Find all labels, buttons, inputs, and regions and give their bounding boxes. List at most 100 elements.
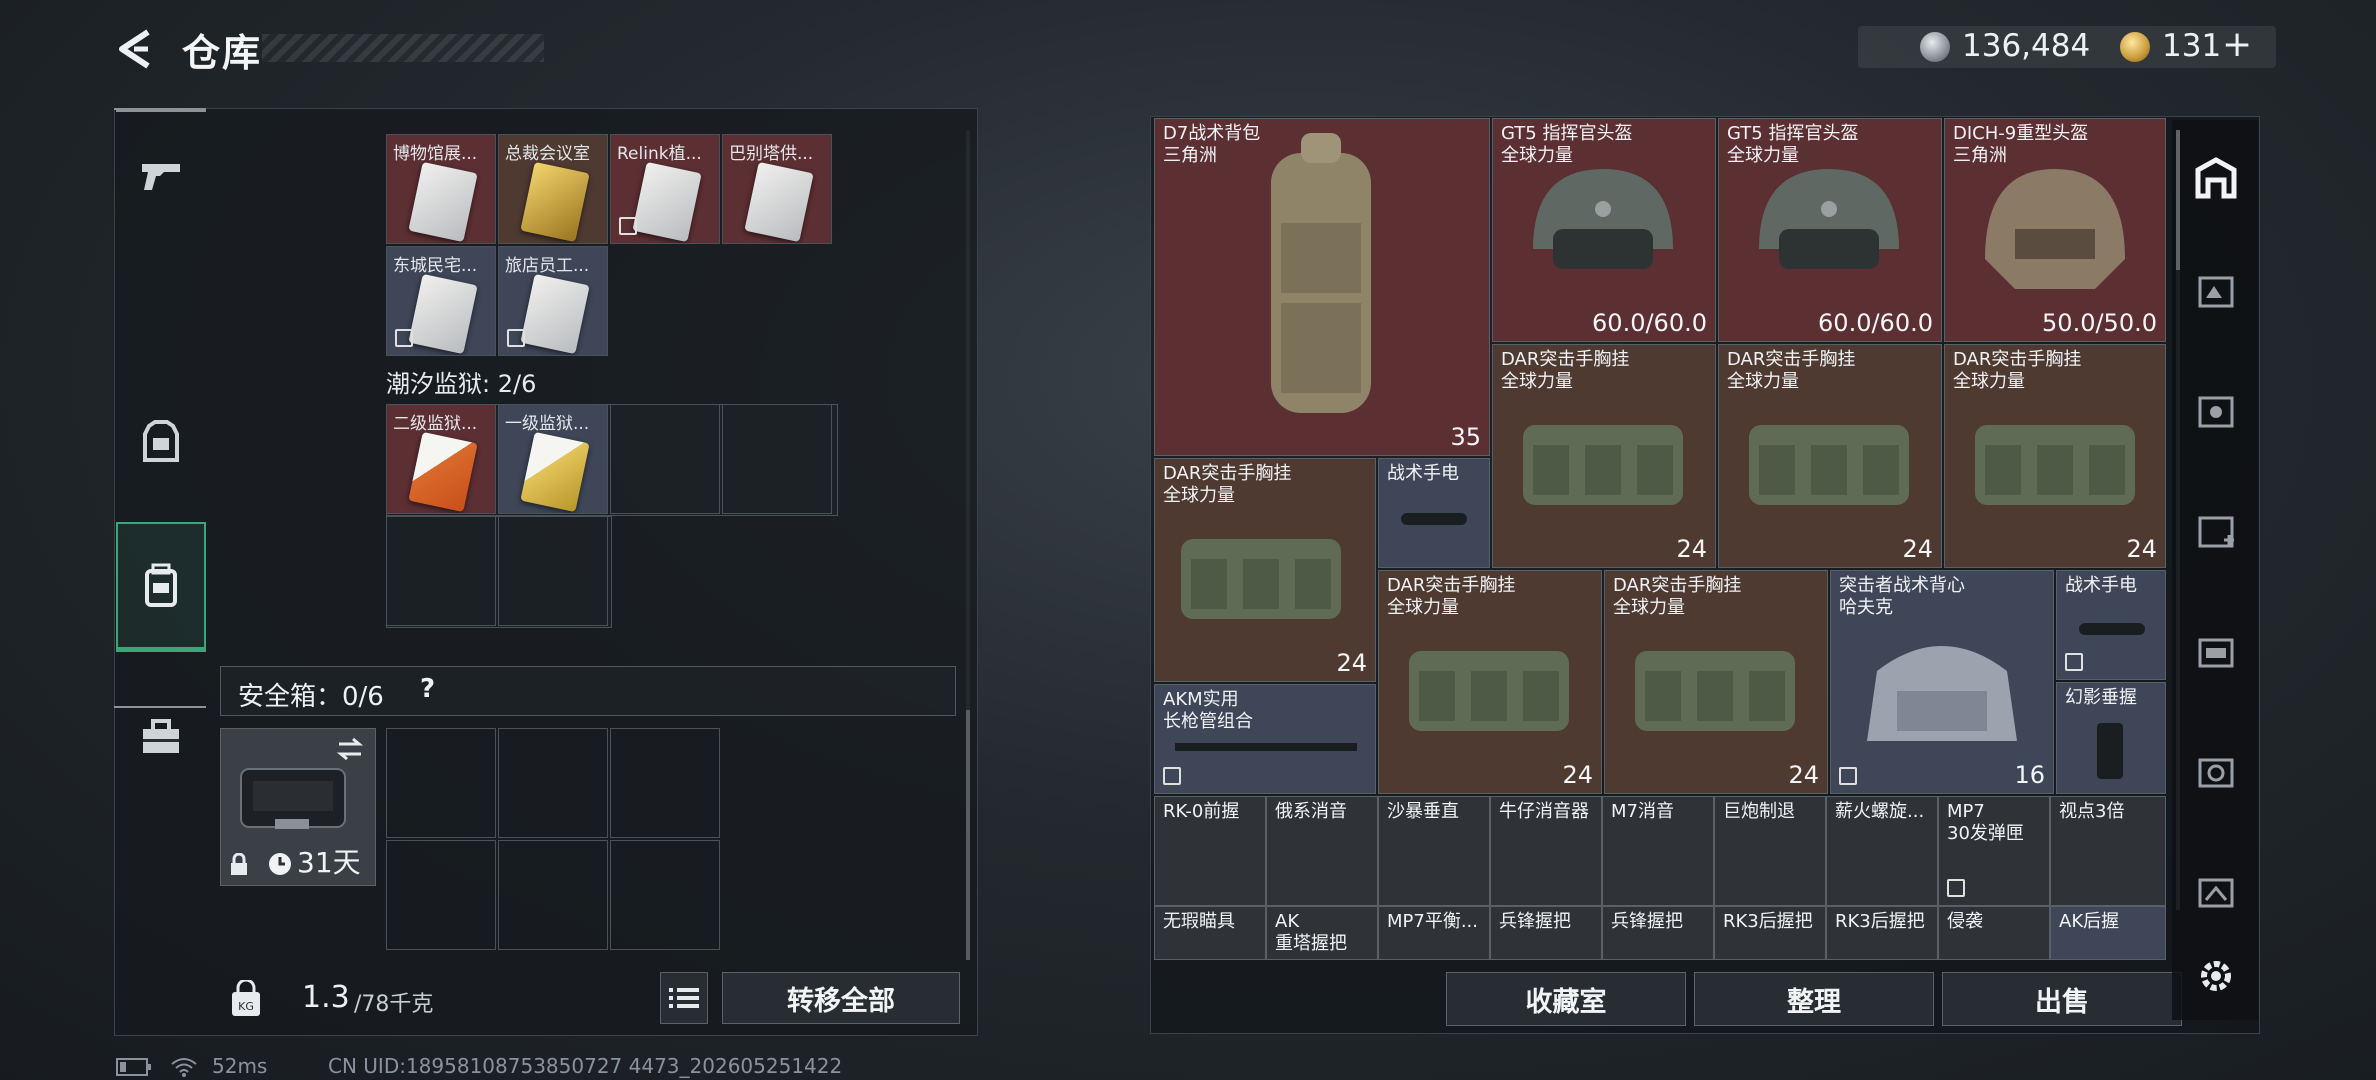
keycard-slot[interactable]: 博物馆展... (386, 134, 496, 244)
weight-value: 1.3 (302, 980, 350, 1015)
item-small[interactable]: AK 重塔握把 (1266, 906, 1378, 960)
add-currency-button[interactable]: + (2222, 24, 2252, 65)
empty-slot[interactable] (498, 516, 608, 626)
item-small[interactable]: MP7 30发弹匣 (1938, 796, 2050, 906)
empty-slot[interactable] (498, 840, 608, 950)
item-chest-rig[interactable]: DAR突击手胸挂 全球力量 24 (1154, 458, 1376, 682)
item-chest-rig[interactable]: DAR突击手胸挂 全球力量 24 (1378, 570, 1602, 794)
transfer-all-button[interactable]: 转移全部 (722, 972, 960, 1024)
sell-button[interactable]: 出售 (1942, 972, 2182, 1026)
helmet-image (1985, 169, 2125, 289)
swap-icon[interactable] (335, 737, 365, 761)
gold-amount: 131 (2162, 28, 2222, 64)
silver-amount: 136,484 (1962, 28, 2091, 64)
backpack-icon (145, 563, 177, 607)
toolbox-icon (143, 719, 179, 753)
item-helmet[interactable]: DICH-9重型头盔 三角洲 50.0/50.0 (1944, 118, 2166, 342)
keycard-slot[interactable]: 旅店员工... (498, 246, 608, 356)
item-grip[interactable]: 幻影垂握 (2056, 682, 2166, 794)
empty-slot[interactable] (722, 404, 832, 514)
uid-text: CN UID:18958108753850727 4473_2026052514… (328, 1054, 843, 1078)
storage-ext-icon[interactable] (2194, 630, 2238, 674)
settings-gear-icon[interactable] (2194, 954, 2238, 998)
item-small[interactable]: 薪火螺旋... (1826, 796, 1938, 906)
wifi-icon (171, 1058, 197, 1077)
keycard-image (520, 161, 590, 243)
keycard-slot[interactable]: 巴别塔供... (722, 134, 832, 244)
nav-backpack[interactable] (116, 522, 206, 652)
item-tactical-vest[interactable]: 突击者战术背心 哈夫克 16 (1830, 570, 2054, 794)
item-small[interactable]: 侵袭 (1938, 906, 2050, 960)
storage-add-icon[interactable] (2194, 510, 2238, 554)
item-small[interactable]: 兵锋握把 (1602, 906, 1714, 960)
right-scroll-thumb[interactable] (2176, 130, 2180, 270)
item-barrel[interactable]: AKM实用 长枪管组合 (1154, 684, 1376, 794)
item-chest-rig[interactable]: DAR突击手胸挂 全球力量 24 (1604, 570, 1828, 794)
list-view-button[interactable] (660, 972, 708, 1024)
keycard-slot[interactable]: 总裁会议室 (498, 134, 608, 244)
storage-ext-icon[interactable] (2194, 870, 2238, 914)
chest-rig-image (1409, 651, 1569, 731)
item-chest-rig[interactable]: DAR突击手胸挂 全球力量 24 (1944, 344, 2166, 568)
empty-slot[interactable] (386, 728, 496, 838)
item-small[interactable]: M7消音 (1602, 796, 1714, 906)
storage-ext-icon[interactable] (2194, 390, 2238, 434)
chest-rig-image (1523, 425, 1683, 505)
sort-button[interactable]: 整理 (1694, 972, 1934, 1026)
nav-weapons[interactable] (116, 110, 206, 240)
item-small[interactable]: RK3后握把 (1826, 906, 1938, 960)
item-small[interactable]: RK3后握把 (1714, 906, 1826, 960)
empty-slot[interactable] (386, 840, 496, 950)
item-small[interactable]: RK-0前握 (1154, 796, 1266, 906)
keycard-slot[interactable]: 二级监狱... (386, 404, 496, 514)
keycard-image (632, 161, 702, 243)
item-small[interactable]: 俄系消音 (1266, 796, 1378, 906)
title-decoration (262, 34, 544, 62)
nav-equipment[interactable] (116, 378, 206, 508)
item-small[interactable]: 巨炮制退 (1714, 796, 1826, 906)
no-trade-icon (1947, 879, 1965, 897)
item-small[interactable]: 视点3倍 (2050, 796, 2166, 906)
keycard-image (408, 273, 478, 355)
chest-rig-image (1975, 425, 2135, 505)
nav-divider (114, 706, 206, 708)
item-helmet[interactable]: GT5 指挥官头盔 全球力量 60.0/60.0 (1492, 118, 1716, 342)
collection-room-button[interactable]: 收藏室 (1446, 972, 1686, 1026)
flashlight-image (1401, 513, 1467, 525)
item-small[interactable]: 牛仔消音器 (1490, 796, 1602, 906)
svg-text:KG: KG (238, 1000, 254, 1013)
storage-ext-icon[interactable] (2194, 270, 2238, 314)
empty-slot[interactable] (610, 840, 720, 950)
case-days: 31天 (297, 846, 361, 879)
empty-slot[interactable] (498, 728, 608, 838)
item-flashlight[interactable]: 战术手电 (2056, 570, 2166, 680)
item-flashlight[interactable]: 战术手电 (1378, 458, 1490, 568)
empty-slot[interactable] (610, 728, 720, 838)
back-arrow-icon[interactable] (112, 26, 158, 72)
lock-icon (231, 853, 247, 875)
help-icon[interactable]: ? (420, 674, 435, 704)
keycard-slot[interactable]: 东城民宅... (386, 246, 496, 356)
item-small[interactable]: 无瑕瞄具 (1154, 906, 1266, 960)
keycard-slot[interactable]: Relink植... (610, 134, 720, 244)
item-helmet[interactable]: GT5 指挥官头盔 全球力量 60.0/60.0 (1718, 118, 1942, 342)
left-scroll-thumb[interactable] (966, 710, 970, 960)
item-small[interactable]: AK后握 (2050, 906, 2166, 960)
item-chest-rig[interactable]: DAR突击手胸挂 全球力量 24 (1492, 344, 1716, 568)
clock-icon (269, 853, 291, 875)
item-small[interactable]: MP7平衡... (1378, 906, 1490, 960)
warehouse-icon[interactable] (2194, 156, 2238, 200)
item-chest-rig[interactable]: DAR突击手胸挂 全球力量 24 (1718, 344, 1942, 568)
nav-case[interactable] (116, 672, 206, 802)
no-trade-icon (1163, 767, 1181, 785)
safe-case-slot[interactable]: 31天 (220, 728, 376, 886)
item-small[interactable]: 兵锋握把 (1490, 906, 1602, 960)
empty-slot[interactable] (610, 404, 720, 514)
item-small[interactable]: 沙暴垂直 (1378, 796, 1490, 906)
item-backpack[interactable]: D7战术背包 三角洲 35 (1154, 118, 1490, 456)
storage-ext-icon[interactable] (2194, 750, 2238, 794)
chest-rig-image (1635, 651, 1795, 731)
empty-slot[interactable] (386, 516, 496, 626)
keycard-slot[interactable]: 一级监狱... (498, 404, 608, 514)
keycard-group: 博物馆展... 总裁会议室 Relink植... 巴别塔供... 东城民宅...… (386, 134, 838, 360)
